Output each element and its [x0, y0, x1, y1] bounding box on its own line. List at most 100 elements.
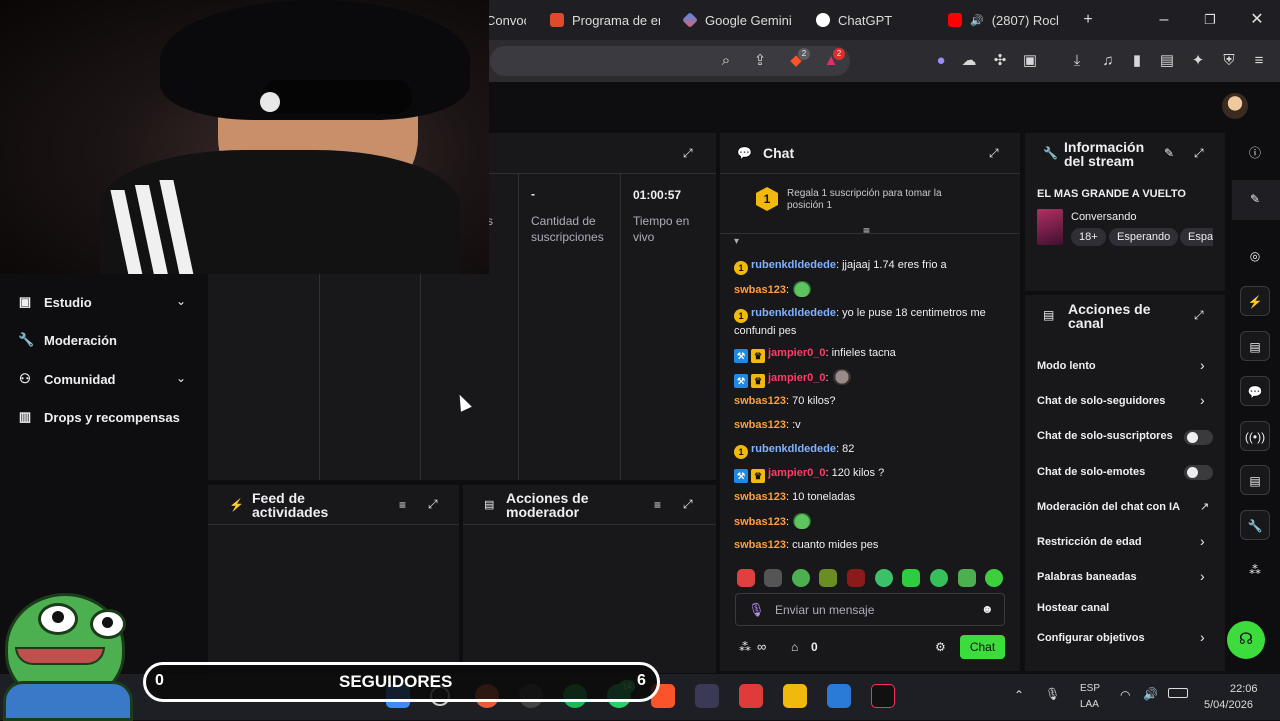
chat-message[interactable]: swbas123: cuanto mides pes — [734, 537, 1009, 553]
popout-icon[interactable]: ⤢ — [683, 497, 693, 512]
action-followers-only[interactable]: Chat de solo-seguidores — [1037, 395, 1165, 407]
action-slow-mode[interactable]: Modo lento — [1037, 360, 1096, 372]
action-host-channel[interactable]: Hostear canal — [1037, 602, 1109, 614]
edit-pencil-icon[interactable]: ✎ — [1240, 184, 1270, 214]
action-age-restriction[interactable]: Restricción de edad — [1037, 536, 1142, 548]
tag-pill[interactable]: 18+ — [1071, 228, 1106, 246]
action-banned-words[interactable]: Palabras baneadas — [1037, 571, 1137, 583]
action-subs-only[interactable]: Chat de solo-suscriptores — [1037, 430, 1173, 442]
chevron-right-icon[interactable]: › — [1200, 568, 1205, 584]
frog-emote-icon[interactable] — [793, 513, 812, 529]
settings-gear-icon[interactable]: ⚙ — [935, 640, 946, 654]
chat-username[interactable]: swbas123 — [734, 284, 786, 296]
chat-message[interactable]: swbas123: — [734, 281, 1009, 298]
tab-youtube[interactable]: 🔊 (2807) Rock — [948, 6, 1058, 34]
chat-username[interactable]: rubenkdldedede — [751, 259, 836, 271]
rapidos-icon[interactable] — [739, 684, 763, 708]
gift-sub-text[interactable]: Regala 1 suscripción para tomar la posic… — [787, 188, 977, 212]
chat-message[interactable]: ⚒ ♛ jampier0_0: — [734, 369, 1009, 388]
action-emote-only[interactable]: Chat de solo-emotes — [1037, 466, 1145, 478]
chevron-right-icon[interactable]: › — [1200, 392, 1205, 408]
popout-icon[interactable]: ⤢ — [989, 146, 999, 161]
tab-convoc[interactable]: Convoc — [486, 6, 526, 34]
new-tab-button[interactable]: + — [1076, 8, 1100, 32]
app-icon[interactable] — [695, 684, 719, 708]
emote-icon[interactable] — [985, 569, 1003, 587]
volume-icon[interactable]: 🔊 — [1143, 687, 1158, 701]
chat-message[interactable]: ⚒ ♛ jampier0_0: 120 kilos ? — [734, 465, 1009, 483]
chat-username[interactable]: rubenkdldedede — [751, 307, 836, 319]
sidebar-icon[interactable]: ▮ — [1126, 50, 1148, 72]
screenshot-icon[interactable]: ▣ — [1019, 50, 1041, 72]
emote-icon[interactable] — [958, 569, 976, 587]
tab-chatgpt[interactable]: ChatGPT — [816, 6, 896, 34]
filter-icon[interactable]: ≡ — [399, 498, 406, 512]
nav-item-comunidad[interactable]: ⚇ Comunidad — [18, 367, 115, 391]
battery-icon[interactable] — [1168, 688, 1188, 698]
emote-icon[interactable] — [819, 569, 837, 587]
menu-icon[interactable]: ≡ — [1248, 50, 1270, 72]
chat-message[interactable]: swbas123: 10 toneladas — [734, 489, 1009, 505]
document-icon[interactable]: ▤ — [1240, 331, 1270, 361]
chat-username[interactable]: jampier0_0 — [768, 347, 825, 359]
emote-icon[interactable] — [764, 569, 782, 587]
wrench-icon[interactable]: 🔧 — [1240, 510, 1270, 540]
nav-item-estudio[interactable]: ▣ Estudio — [18, 290, 92, 314]
share-icon[interactable]: ⇪ — [749, 50, 771, 72]
stream-category[interactable]: Conversando — [1071, 211, 1136, 223]
support-headset-icon[interactable]: ☊ — [1227, 621, 1265, 659]
action-ai-moderation[interactable]: Moderación del chat con IA — [1037, 501, 1180, 513]
chat-username[interactable]: swbas123 — [734, 516, 786, 528]
emote-icon[interactable] — [930, 569, 948, 587]
emote-icon[interactable] — [792, 569, 810, 587]
popout-icon[interactable]: ⤢ — [428, 497, 438, 512]
quick-actions-icon[interactable]: ⚡ — [1240, 286, 1270, 316]
channel-icon[interactable]: ▤ — [1240, 465, 1270, 495]
filter-icon[interactable]: ≡ — [863, 224, 870, 238]
tiktok-icon[interactable] — [871, 684, 895, 708]
bits-icon[interactable]: ⁂ — [739, 640, 751, 654]
chat-username[interactable]: rubenkdldedede — [751, 443, 836, 455]
subs-only-toggle[interactable] — [1184, 430, 1213, 445]
nav-item-drops[interactable]: ▥ Drops y recompensas — [18, 405, 180, 429]
nav-item-moderacion[interactable]: 🔧 Moderación — [18, 328, 117, 352]
app-icon[interactable] — [783, 684, 807, 708]
extension-ghost-icon[interactable]: ● — [930, 50, 952, 72]
chat-message[interactable]: 1 rubenkdldedede: 82 — [734, 441, 1009, 459]
chevron-right-icon[interactable]: › — [1200, 629, 1205, 645]
chat-message[interactable]: 1 rubenkdldedede: yo le puse 18 centimetr… — [734, 305, 1009, 339]
emote-icon[interactable] — [902, 569, 920, 587]
chat-message[interactable]: swbas123: — [734, 513, 1009, 530]
chat-message[interactable]: 1 rubenkdldedede: jjajaaj 1.74 eres frio … — [734, 257, 1009, 275]
chat-username[interactable]: swbas123 — [734, 491, 786, 503]
tray-chevron-icon[interactable]: ⌃ — [1014, 688, 1024, 702]
chat-username[interactable]: swbas123 — [734, 419, 786, 431]
emoji-icon[interactable]: ☻ — [981, 602, 994, 616]
popout-icon[interactable]: ⤢ — [1194, 146, 1204, 161]
popout-icon[interactable]: ⤢ — [1194, 308, 1204, 323]
popout-icon[interactable]: ⤢ — [683, 146, 693, 161]
chat-username[interactable]: jampier0_0 — [768, 372, 825, 384]
info-icon[interactable]: ⓘ — [1240, 138, 1270, 168]
tab-gemini[interactable]: Google Gemini — [683, 6, 798, 34]
minimize-button[interactable]: – — [1152, 8, 1176, 32]
extensions-puzzle-icon[interactable]: ✣ — [989, 50, 1011, 72]
clock-time[interactable]: 22:06 — [1230, 683, 1258, 695]
close-window-button[interactable]: ✕ — [1245, 8, 1269, 32]
broadcast-icon[interactable]: ((•)) — [1240, 421, 1270, 451]
camera-icon[interactable]: ◎ — [1240, 241, 1270, 271]
chat-bubble-icon[interactable]: 💬 — [1240, 376, 1270, 406]
leo-ai-icon[interactable]: ✦ — [1187, 50, 1209, 72]
vpn-icon[interactable]: ⛨ — [1218, 50, 1240, 72]
send-chat-button[interactable]: Chat — [960, 635, 1005, 659]
chat-message[interactable]: swbas123: :v — [734, 417, 1009, 433]
chat-input[interactable]: 🎙 Enviar un mensaje ☻ — [735, 593, 1005, 626]
external-link-icon[interactable]: ↗ — [1200, 500, 1209, 513]
tab-programa[interactable]: Programa de er — [550, 6, 660, 34]
wallet-icon[interactable]: ▤ — [1156, 50, 1178, 72]
download-icon[interactable]: ⤓ — [1066, 50, 1088, 72]
music-icon[interactable]: ♫ — [1097, 50, 1119, 72]
chat-username[interactable]: swbas123 — [734, 539, 786, 551]
zoom-icon[interactable]: ⌕ — [715, 50, 737, 72]
category-box-art[interactable] — [1037, 209, 1063, 245]
